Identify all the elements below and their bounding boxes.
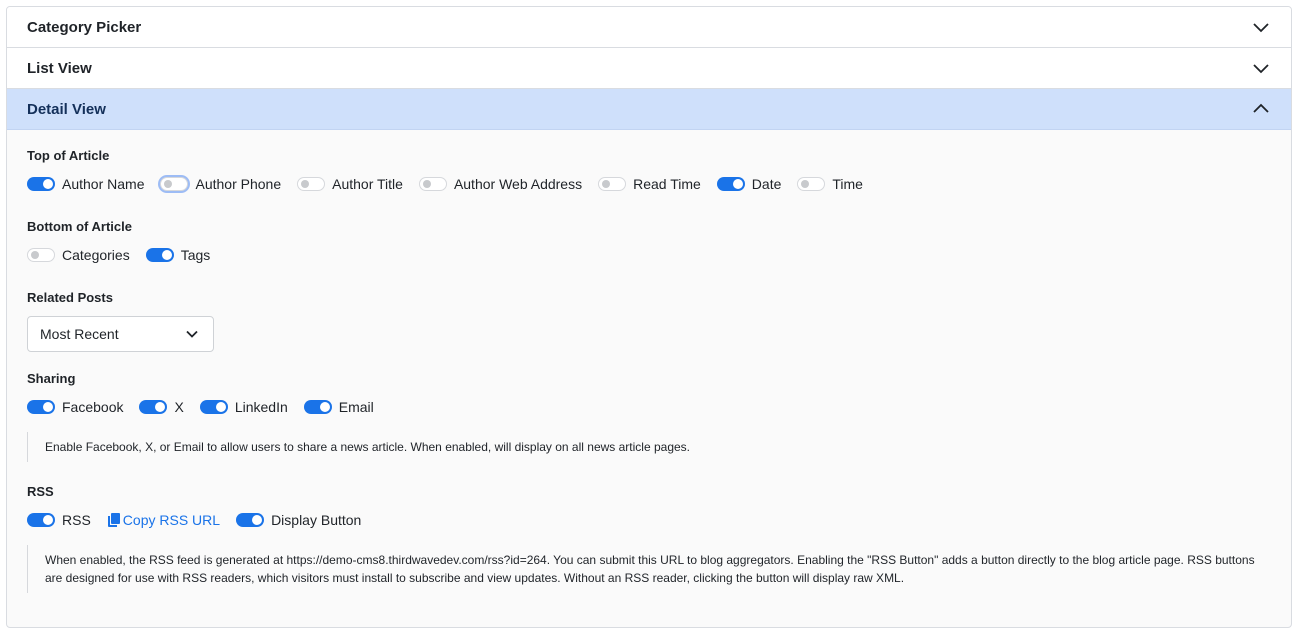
toggle-date[interactable]: Date bbox=[716, 176, 782, 192]
toggle-time[interactable]: Time bbox=[797, 176, 863, 192]
switch[interactable] bbox=[160, 177, 189, 191]
toggle-label: RSS bbox=[62, 512, 91, 528]
copy-icon bbox=[107, 513, 120, 527]
switch[interactable] bbox=[418, 177, 447, 191]
bottom-of-article-toggles: Categories Tags bbox=[27, 245, 226, 265]
switch[interactable] bbox=[27, 400, 55, 414]
chevron-up-icon bbox=[1251, 99, 1271, 119]
settings-accordion: Category Picker List View Detail View To… bbox=[6, 6, 1292, 628]
switch[interactable] bbox=[716, 177, 745, 191]
toggle-label: Email bbox=[338, 399, 374, 415]
switch[interactable] bbox=[145, 248, 174, 262]
toggle-label: Date bbox=[751, 176, 782, 192]
switch[interactable] bbox=[797, 177, 826, 191]
toggle-rss[interactable]: RSS bbox=[27, 512, 91, 528]
accordion-title: List View bbox=[27, 59, 92, 77]
switch[interactable] bbox=[297, 177, 326, 191]
copy-link-label: Copy RSS URL bbox=[122, 512, 221, 528]
rss-label: RSS bbox=[27, 484, 54, 499]
top-of-article-label: Top of Article bbox=[27, 148, 110, 163]
chevron-down-icon bbox=[1251, 58, 1271, 78]
accordion-title: Detail View bbox=[27, 100, 106, 118]
rss-controls: RSS Copy RSS URL Display Button bbox=[27, 510, 377, 530]
switch[interactable] bbox=[27, 513, 55, 527]
switch[interactable] bbox=[27, 177, 55, 191]
switch[interactable] bbox=[303, 400, 332, 414]
accordion-header-detail-view[interactable]: Detail View bbox=[7, 89, 1291, 130]
select-value: Most Recent bbox=[40, 326, 119, 342]
switch[interactable] bbox=[236, 513, 265, 527]
toggle-categories[interactable]: Categories bbox=[27, 247, 130, 263]
sharing-help-text: Enable Facebook, X, or Email to allow us… bbox=[27, 432, 690, 462]
toggle-author-title[interactable]: Author Title bbox=[297, 176, 403, 192]
toggle-label: LinkedIn bbox=[234, 399, 288, 415]
toggle-label: Author Phone bbox=[195, 176, 282, 192]
rss-help-text: When enabled, the RSS feed is generated … bbox=[27, 545, 1273, 593]
toggle-tags[interactable]: Tags bbox=[145, 247, 211, 263]
sharing-toggles: Facebook X LinkedIn Email bbox=[27, 397, 390, 417]
chevron-down-icon bbox=[186, 330, 198, 338]
accordion-header-category-picker[interactable]: Category Picker bbox=[7, 7, 1291, 48]
toggle-label: Categories bbox=[62, 247, 130, 263]
toggle-label: X bbox=[174, 399, 184, 415]
toggle-x[interactable]: X bbox=[139, 399, 184, 415]
toggle-label: Tags bbox=[180, 247, 211, 263]
related-posts-select[interactable]: Most Recent bbox=[27, 316, 214, 352]
top-of-article-toggles: Author Name Author Phone Author Title Au… bbox=[27, 174, 879, 194]
toggle-author-phone[interactable]: Author Phone bbox=[160, 176, 281, 192]
toggle-label: Display Button bbox=[271, 512, 362, 528]
toggle-display-button[interactable]: Display Button bbox=[236, 512, 361, 528]
accordion-header-list-view[interactable]: List View bbox=[7, 48, 1291, 89]
toggle-label: Author Web Address bbox=[453, 176, 583, 192]
related-posts-label: Related Posts bbox=[27, 290, 113, 305]
switch[interactable] bbox=[139, 400, 168, 414]
toggle-label: Author Name bbox=[62, 176, 145, 192]
switch[interactable] bbox=[598, 177, 627, 191]
toggle-label: Read Time bbox=[633, 176, 701, 192]
toggle-label: Facebook bbox=[62, 399, 124, 415]
sharing-label: Sharing bbox=[27, 371, 76, 386]
bottom-of-article-label: Bottom of Article bbox=[27, 219, 132, 234]
toggle-linkedin[interactable]: LinkedIn bbox=[199, 399, 288, 415]
switch[interactable] bbox=[27, 248, 55, 262]
copy-rss-url-link[interactable]: Copy RSS URL bbox=[107, 512, 220, 528]
toggle-label: Author Title bbox=[332, 176, 403, 192]
accordion-title: Category Picker bbox=[27, 18, 142, 36]
toggle-author-name[interactable]: Author Name bbox=[27, 176, 144, 192]
toggle-email[interactable]: Email bbox=[303, 399, 374, 415]
toggle-label: Time bbox=[832, 176, 863, 192]
chevron-down-icon bbox=[1251, 17, 1271, 37]
toggle-read-time[interactable]: Read Time bbox=[598, 176, 701, 192]
toggle-author-web-address[interactable]: Author Web Address bbox=[418, 176, 583, 192]
switch[interactable] bbox=[199, 400, 228, 414]
toggle-facebook[interactable]: Facebook bbox=[27, 399, 123, 415]
